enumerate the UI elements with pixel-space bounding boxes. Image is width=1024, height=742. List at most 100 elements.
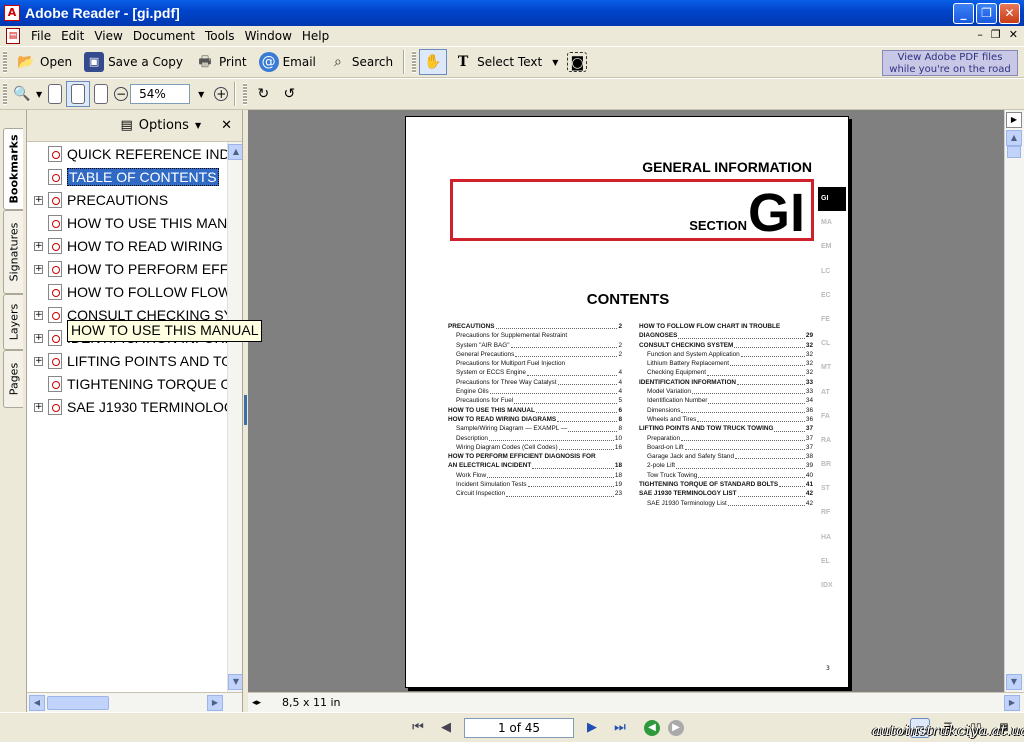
- toc-entry-title: AN ELECTRICAL INCIDENT: [448, 462, 532, 470]
- doc-restore-icon[interactable]: ❐: [991, 28, 1001, 41]
- bookmarks-horizontal-scrollbar[interactable]: ◀ ▶: [27, 692, 243, 712]
- doc-scroll-thumb[interactable]: [1007, 146, 1021, 158]
- toc-entry-title: Precautions for Multiport Fuel Injection: [456, 360, 566, 368]
- bookmark-item[interactable]: + HOW TO READ WIRING D: [27, 235, 227, 257]
- tab-pages[interactable]: Pages: [3, 350, 23, 408]
- page-indicator-input[interactable]: 1 of 45: [464, 718, 574, 738]
- expand-plus-icon[interactable]: +: [34, 333, 43, 343]
- toolbar-grip[interactable]: [243, 83, 248, 105]
- zoom-tool-button[interactable]: 🔍 ▼: [10, 81, 44, 107]
- toc-entry-title: SAE J1930 Terminology List: [647, 499, 727, 507]
- print-button[interactable]: 🖶 Print: [189, 49, 253, 75]
- toolbar-grip[interactable]: [3, 83, 7, 105]
- toc-leader-dots: [678, 331, 805, 339]
- menu-document[interactable]: Document: [128, 29, 200, 43]
- next-arrow-icon[interactable]: ▶: [1006, 112, 1022, 128]
- rotate-counterclockwise-button[interactable]: ↺: [276, 81, 302, 107]
- toolbar-grip[interactable]: [3, 51, 7, 73]
- document-icon[interactable]: ▤: [6, 28, 20, 44]
- last-page-icon[interactable]: ⏭: [610, 718, 630, 738]
- toolbar-grip[interactable]: [412, 51, 417, 73]
- tab-bookmarks[interactable]: Bookmarks: [3, 128, 23, 210]
- window-title: Adobe Reader - [gi.pdf]: [25, 5, 180, 21]
- expand-plus-icon[interactable]: +: [34, 195, 43, 205]
- document-view[interactable]: GENERAL INFORMATION SECTION GI GI MA EM LC E…: [248, 110, 1004, 692]
- search-button[interactable]: ⌕ Search: [322, 49, 399, 75]
- menu-edit[interactable]: Edit: [56, 29, 89, 43]
- tab-layers[interactable]: Layers: [3, 294, 23, 350]
- toc-leader-dots: [737, 378, 805, 386]
- toc-leader-dots: [514, 396, 618, 404]
- select-text-button[interactable]: T Select Text ▼: [447, 49, 564, 75]
- next-page-icon[interactable]: ▶: [582, 718, 602, 738]
- rotate-clockwise-button[interactable]: ↻: [250, 81, 276, 107]
- menu-view[interactable]: View: [89, 29, 127, 43]
- toc-leader-dots: [532, 461, 614, 469]
- splitter-grip[interactable]: [244, 395, 247, 425]
- previous-view-icon[interactable]: ◀: [644, 720, 660, 736]
- select-text-dropdown-icon[interactable]: ▼: [552, 58, 558, 67]
- bookmarks-vertical-scrollbar[interactable]: ▲ ▼: [227, 142, 244, 692]
- previous-page-icon[interactable]: ◀: [436, 718, 456, 738]
- close-panel-icon[interactable]: ✕: [221, 118, 232, 133]
- bookmark-item[interactable]: TABLE OF CONTENTS: [27, 166, 219, 188]
- toc-entry-title: 2-pole Lift: [647, 462, 676, 470]
- scroll-left-icon[interactable]: ◀: [29, 695, 45, 711]
- menu-window[interactable]: Window: [240, 29, 297, 43]
- bookmark-item[interactable]: QUICK REFERENCE INDE: [27, 143, 227, 165]
- expand-plus-icon[interactable]: +: [34, 241, 43, 251]
- doc-scroll-right-icon[interactable]: ▶: [1004, 695, 1020, 711]
- bookmark-item[interactable]: TIGHTENING TORQUE OF: [27, 373, 227, 395]
- expand-plus-icon[interactable]: +: [34, 356, 43, 366]
- zoom-dropdown-icon[interactable]: ▼: [198, 90, 204, 99]
- fit-page-button[interactable]: [66, 81, 91, 107]
- bookmark-item[interactable]: + HOW TO PERFORM EFFI: [27, 258, 227, 280]
- doc-close-icon[interactable]: ✕: [1009, 28, 1018, 41]
- zoom-tool-dropdown-icon[interactable]: ▼: [36, 90, 42, 99]
- next-view-icon[interactable]: ▶: [668, 720, 684, 736]
- toc-entry-title: Precautions for Three Way Catalyst: [456, 378, 557, 386]
- options-icon[interactable]: ▤: [120, 118, 132, 133]
- expand-plus-icon[interactable]: +: [34, 264, 43, 274]
- bookmark-item[interactable]: HOW TO FOLLOW FLOW: [27, 281, 227, 303]
- resize-arrows-icon[interactable]: ◂▸: [252, 698, 261, 708]
- bookmark-item[interactable]: + PRECAUTIONS: [27, 189, 168, 211]
- email-button[interactable]: @ Email: [253, 49, 322, 75]
- close-button[interactable]: ✕: [999, 3, 1020, 24]
- expand-plus-icon[interactable]: +: [34, 310, 43, 320]
- bookmark-item[interactable]: + LIFTING POINTS AND TOV: [27, 350, 227, 372]
- zoom-out-button[interactable]: −: [112, 81, 130, 107]
- menu-tools[interactable]: Tools: [200, 29, 240, 43]
- menu-help[interactable]: Help: [297, 29, 334, 43]
- horizontal-scroll-thumb[interactable]: [47, 696, 109, 710]
- expand-plus-icon[interactable]: +: [34, 402, 43, 412]
- save-copy-label: Save a Copy: [108, 55, 183, 69]
- doc-scroll-up-icon[interactable]: ▲: [1006, 130, 1022, 146]
- document-horizontal-scrollbar[interactable]: ◂▸ 8,5 x 11 in ▶: [248, 692, 1024, 712]
- bookmark-label: HOW TO PERFORM EFFI: [67, 261, 227, 277]
- doc-minimize-icon[interactable]: –: [977, 28, 983, 41]
- doc-scroll-down-icon[interactable]: ▼: [1006, 674, 1022, 690]
- bookmark-item[interactable]: HOW TO USE THIS MANUAL: [27, 212, 227, 234]
- bookmark-item[interactable]: + SAE J1930 TERMINOLOG: [27, 396, 227, 418]
- snapshot-button[interactable]: ◙: [564, 49, 590, 75]
- menu-file[interactable]: File: [26, 29, 56, 43]
- options-dropdown-icon[interactable]: ▼: [195, 121, 201, 130]
- minimize-button[interactable]: _: [953, 3, 974, 24]
- zoom-in-button[interactable]: +: [212, 81, 230, 107]
- maximize-button[interactable]: ❐: [976, 3, 997, 24]
- ad-banner[interactable]: View Adobe PDF files while you're on the…: [882, 50, 1018, 76]
- actual-size-button[interactable]: [44, 81, 66, 107]
- fit-width-button[interactable]: [90, 81, 112, 107]
- scroll-right-icon[interactable]: ▶: [207, 695, 223, 711]
- zoom-level-input[interactable]: 54%: [130, 84, 191, 104]
- open-button[interactable]: 📂 Open: [10, 49, 78, 75]
- ad-text: View Adobe PDF files while you're on the…: [889, 52, 1011, 75]
- options-menu[interactable]: Options: [139, 118, 189, 133]
- document-vertical-scrollbar[interactable]: ▶ ▲ ▼: [1004, 110, 1024, 692]
- toc-entry: Garage Jack and Safety Stand 38: [639, 452, 813, 461]
- save-copy-button[interactable]: ▣ Save a Copy: [78, 49, 189, 75]
- tab-signatures[interactable]: Signatures: [3, 210, 23, 294]
- first-page-icon[interactable]: ⏮: [408, 718, 428, 738]
- hand-tool-button[interactable]: ✋: [419, 49, 448, 75]
